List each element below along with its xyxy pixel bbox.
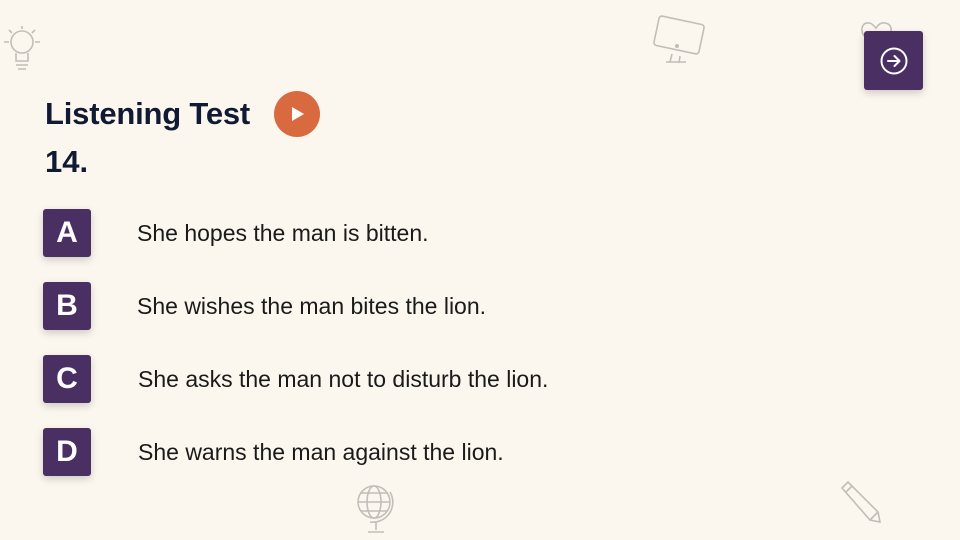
- option-a[interactable]: A She hopes the man is bitten.: [43, 209, 429, 257]
- option-text: She wishes the man bites the lion.: [137, 292, 487, 319]
- option-letter-badge: A: [43, 209, 91, 257]
- option-letter-badge: B: [43, 282, 91, 330]
- globe-icon: [352, 480, 400, 538]
- question-number: 14.: [45, 144, 89, 179]
- option-d[interactable]: D She warns the man against the lion.: [43, 428, 504, 476]
- title-row: Listening Test: [45, 90, 321, 138]
- play-icon: [292, 107, 305, 121]
- lightbulb-icon: [2, 24, 48, 74]
- play-audio-button[interactable]: [274, 91, 321, 137]
- page-title: Listening Test: [45, 96, 251, 131]
- pencil-icon: [836, 478, 882, 524]
- option-b[interactable]: B She wishes the man bites the lion.: [43, 282, 486, 330]
- arrow-right-circle-icon: [880, 47, 907, 74]
- option-text: She asks the man not to disturb the lion…: [138, 365, 549, 392]
- option-text: She warns the man against the lion.: [138, 438, 504, 465]
- next-button[interactable]: [864, 31, 923, 90]
- option-letter-badge: C: [43, 355, 91, 403]
- option-letter-badge: D: [43, 428, 91, 476]
- monitor-icon: [650, 14, 706, 64]
- option-text: She hopes the man is bitten.: [137, 219, 429, 246]
- option-c[interactable]: C She asks the man not to disturb the li…: [43, 355, 548, 403]
